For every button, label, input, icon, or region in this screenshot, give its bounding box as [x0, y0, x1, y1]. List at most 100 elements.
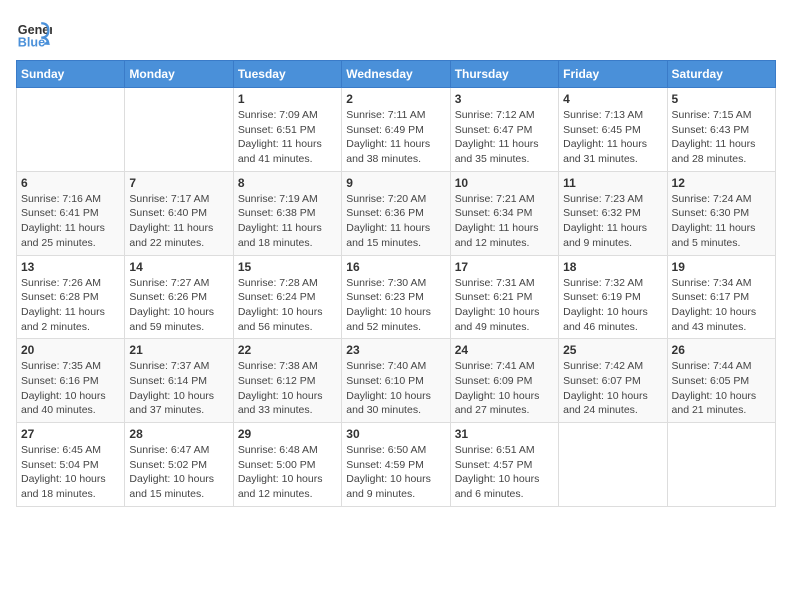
day-number: 24 [455, 343, 554, 357]
day-info: Sunrise: 7:17 AM Sunset: 6:40 PM Dayligh… [129, 192, 228, 251]
day-info: Sunrise: 7:30 AM Sunset: 6:23 PM Dayligh… [346, 276, 445, 335]
calendar-cell: 5 Sunrise: 7:15 AM Sunset: 6:43 PM Daylig… [667, 88, 775, 172]
day-number: 31 [455, 427, 554, 441]
day-info: Sunrise: 7:31 AM Sunset: 6:21 PM Dayligh… [455, 276, 554, 335]
calendar-cell: 15 Sunrise: 7:28 AM Sunset: 6:24 PM Dayli… [233, 255, 341, 339]
calendar-cell: 20 Sunrise: 7:35 AM Sunset: 6:16 PM Dayli… [17, 339, 125, 423]
day-number: 27 [21, 427, 120, 441]
day-info: Sunrise: 7:32 AM Sunset: 6:19 PM Dayligh… [563, 276, 662, 335]
day-number: 19 [672, 260, 771, 274]
day-number: 1 [238, 92, 337, 106]
day-info: Sunrise: 6:51 AM Sunset: 4:57 PM Dayligh… [455, 443, 554, 502]
day-number: 17 [455, 260, 554, 274]
calendar-cell: 27 Sunrise: 6:45 AM Sunset: 5:04 PM Dayli… [17, 423, 125, 507]
calendar-cell: 28 Sunrise: 6:47 AM Sunset: 5:02 PM Dayli… [125, 423, 233, 507]
calendar-cell: 7 Sunrise: 7:17 AM Sunset: 6:40 PM Daylig… [125, 171, 233, 255]
calendar-week-row: 13Sunrise: 7:26 AM Sunset: 6:28 PM Dayli… [17, 255, 776, 339]
day-number: 5 [672, 92, 771, 106]
day-info: Sunrise: 6:48 AM Sunset: 5:00 PM Dayligh… [238, 443, 337, 502]
calendar-cell: 25 Sunrise: 7:42 AM Sunset: 6:07 PM Dayli… [559, 339, 667, 423]
calendar-week-row: 20 Sunrise: 7:35 AM Sunset: 6:16 PM Dayli… [17, 339, 776, 423]
day-info: Sunrise: 7:12 AM Sunset: 6:47 PM Dayligh… [455, 108, 554, 167]
calendar-cell: 24 Sunrise: 7:41 AM Sunset: 6:09 PM Dayli… [450, 339, 558, 423]
calendar-week-row: 27 Sunrise: 6:45 AM Sunset: 5:04 PM Dayli… [17, 423, 776, 507]
calendar-cell: 23 Sunrise: 7:40 AM Sunset: 6:10 PM Dayli… [342, 339, 450, 423]
day-number: 7 [129, 176, 228, 190]
calendar-header-saturday: Saturday [667, 61, 775, 88]
logo-icon: General Blue [16, 16, 52, 52]
calendar-cell: 21 Sunrise: 7:37 AM Sunset: 6:14 PM Dayli… [125, 339, 233, 423]
calendar-cell: 8 Sunrise: 7:19 AM Sunset: 6:38 PM Daylig… [233, 171, 341, 255]
day-info: Sunrise: 7:15 AM Sunset: 6:43 PM Dayligh… [672, 108, 771, 167]
day-info: Sunrise: 7:42 AM Sunset: 6:07 PM Dayligh… [563, 359, 662, 418]
day-number: 16 [346, 260, 445, 274]
day-info: Sunrise: 7:19 AM Sunset: 6:38 PM Dayligh… [238, 192, 337, 251]
day-number: 8 [238, 176, 337, 190]
calendar-cell: 29 Sunrise: 6:48 AM Sunset: 5:00 PM Dayli… [233, 423, 341, 507]
calendar-cell: 18 Sunrise: 7:32 AM Sunset: 6:19 PM Dayli… [559, 255, 667, 339]
day-info: Sunrise: 7:11 AM Sunset: 6:49 PM Dayligh… [346, 108, 445, 167]
day-number: 26 [672, 343, 771, 357]
day-number: 23 [346, 343, 445, 357]
day-info: Sunrise: 7:27 AM Sunset: 6:26 PM Dayligh… [129, 276, 228, 335]
calendar-cell: 10Sunrise: 7:21 AM Sunset: 6:34 PM Dayli… [450, 171, 558, 255]
day-info: Sunrise: 6:45 AM Sunset: 5:04 PM Dayligh… [21, 443, 120, 502]
calendar-cell: 26 Sunrise: 7:44 AM Sunset: 6:05 PM Dayli… [667, 339, 775, 423]
day-number: 15 [238, 260, 337, 274]
calendar-table: SundayMondayTuesdayWednesdayThursdayFrid… [16, 60, 776, 507]
day-number: 4 [563, 92, 662, 106]
day-number: 11 [563, 176, 662, 190]
calendar-cell: 19 Sunrise: 7:34 AM Sunset: 6:17 PM Dayli… [667, 255, 775, 339]
calendar-cell: 30Sunrise: 6:50 AM Sunset: 4:59 PM Dayli… [342, 423, 450, 507]
calendar-header-wednesday: Wednesday [342, 61, 450, 88]
calendar-header-row: SundayMondayTuesdayWednesdayThursdayFrid… [17, 61, 776, 88]
calendar-cell: 22 Sunrise: 7:38 AM Sunset: 6:12 PM Dayli… [233, 339, 341, 423]
day-number: 2 [346, 92, 445, 106]
day-info: Sunrise: 7:28 AM Sunset: 6:24 PM Dayligh… [238, 276, 337, 335]
day-info: Sunrise: 7:38 AM Sunset: 6:12 PM Dayligh… [238, 359, 337, 418]
calendar-cell: 4Sunrise: 7:13 AM Sunset: 6:45 PM Daylig… [559, 88, 667, 172]
calendar-cell [17, 88, 125, 172]
calendar-header-monday: Monday [125, 61, 233, 88]
calendar-cell: 13Sunrise: 7:26 AM Sunset: 6:28 PM Dayli… [17, 255, 125, 339]
day-info: Sunrise: 7:21 AM Sunset: 6:34 PM Dayligh… [455, 192, 554, 251]
day-number: 6 [21, 176, 120, 190]
day-info: Sunrise: 7:16 AM Sunset: 6:41 PM Dayligh… [21, 192, 120, 251]
day-number: 12 [672, 176, 771, 190]
calendar-cell: 11 Sunrise: 7:23 AM Sunset: 6:32 PM Dayli… [559, 171, 667, 255]
calendar-cell: 6 Sunrise: 7:16 AM Sunset: 6:41 PM Daylig… [17, 171, 125, 255]
day-info: Sunrise: 6:47 AM Sunset: 5:02 PM Dayligh… [129, 443, 228, 502]
day-number: 21 [129, 343, 228, 357]
calendar-cell: 1 Sunrise: 7:09 AM Sunset: 6:51 PM Daylig… [233, 88, 341, 172]
day-info: Sunrise: 7:09 AM Sunset: 6:51 PM Dayligh… [238, 108, 337, 167]
calendar-cell: 3 Sunrise: 7:12 AM Sunset: 6:47 PM Daylig… [450, 88, 558, 172]
day-info: Sunrise: 7:44 AM Sunset: 6:05 PM Dayligh… [672, 359, 771, 418]
day-number: 3 [455, 92, 554, 106]
calendar-header-tuesday: Tuesday [233, 61, 341, 88]
day-info: Sunrise: 7:23 AM Sunset: 6:32 PM Dayligh… [563, 192, 662, 251]
calendar-week-row: 1 Sunrise: 7:09 AM Sunset: 6:51 PM Daylig… [17, 88, 776, 172]
day-info: Sunrise: 7:40 AM Sunset: 6:10 PM Dayligh… [346, 359, 445, 418]
logo: General Blue [16, 16, 52, 52]
day-number: 29 [238, 427, 337, 441]
calendar-header-friday: Friday [559, 61, 667, 88]
page-header: General Blue [16, 16, 776, 52]
day-number: 18 [563, 260, 662, 274]
day-number: 28 [129, 427, 228, 441]
day-number: 20 [21, 343, 120, 357]
day-info: Sunrise: 7:20 AM Sunset: 6:36 PM Dayligh… [346, 192, 445, 251]
day-number: 22 [238, 343, 337, 357]
day-info: Sunrise: 7:37 AM Sunset: 6:14 PM Dayligh… [129, 359, 228, 418]
calendar-cell [667, 423, 775, 507]
day-number: 25 [563, 343, 662, 357]
day-number: 9 [346, 176, 445, 190]
day-info: Sunrise: 7:35 AM Sunset: 6:16 PM Dayligh… [21, 359, 120, 418]
svg-text:Blue: Blue [18, 36, 45, 50]
calendar-cell: 17 Sunrise: 7:31 AM Sunset: 6:21 PM Dayli… [450, 255, 558, 339]
day-number: 14 [129, 260, 228, 274]
day-info: Sunrise: 7:41 AM Sunset: 6:09 PM Dayligh… [455, 359, 554, 418]
calendar-cell [125, 88, 233, 172]
calendar-cell: 2 Sunrise: 7:11 AM Sunset: 6:49 PM Daylig… [342, 88, 450, 172]
day-info: Sunrise: 7:34 AM Sunset: 6:17 PM Dayligh… [672, 276, 771, 335]
calendar-cell: 31 Sunrise: 6:51 AM Sunset: 4:57 PM Dayli… [450, 423, 558, 507]
